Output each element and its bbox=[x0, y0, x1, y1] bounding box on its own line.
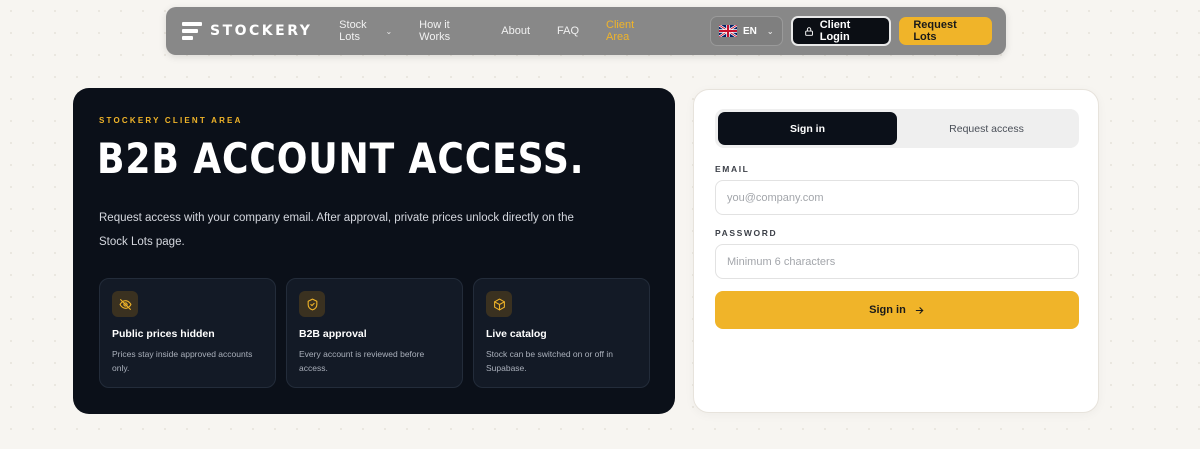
email-field[interactable] bbox=[715, 180, 1079, 215]
feature-title: Public prices hidden bbox=[112, 328, 215, 340]
email-label: EMAIL bbox=[715, 164, 750, 174]
hero-description: Request access with your company email. … bbox=[99, 212, 574, 248]
chevron-down-icon: ⌄ bbox=[766, 26, 774, 36]
feature-title: B2B approval bbox=[299, 328, 367, 340]
nav-link-label: How it Works bbox=[419, 19, 451, 43]
tab-sign-in[interactable]: Sign in bbox=[718, 112, 897, 145]
logo-mark-icon bbox=[182, 22, 202, 40]
top-navbar: STOCKERY Stock Lots ⌄ How it Works About… bbox=[166, 7, 1006, 55]
sign-in-button[interactable]: Sign in bbox=[715, 291, 1079, 329]
language-code: EN bbox=[742, 25, 757, 37]
feature-title: Live catalog bbox=[486, 328, 547, 340]
nav-link-label: Client Area bbox=[606, 19, 635, 43]
page-title: B2B ACCOUNT ACCESS. bbox=[97, 134, 585, 183]
nav-link-label: FAQ bbox=[557, 25, 580, 37]
feature-card: Live catalog Stock can be switched on or… bbox=[473, 278, 650, 388]
box-icon bbox=[486, 291, 512, 317]
logo-text: STOCKERY bbox=[210, 23, 313, 39]
nav-link-about[interactable]: About bbox=[501, 25, 530, 37]
client-area-hero: STOCKERY CLIENT AREA B2B ACCOUNT ACCESS.… bbox=[73, 88, 675, 414]
feature-text: Prices stay inside approved accounts onl… bbox=[112, 349, 253, 373]
request-lots-label: Request Lots bbox=[913, 19, 957, 43]
feature-card: Public prices hidden Prices stay inside … bbox=[99, 278, 276, 388]
nav-link-faq[interactable]: FAQ bbox=[557, 25, 579, 37]
client-login-label: Client Login bbox=[819, 19, 851, 43]
tab-request-access[interactable]: Request access bbox=[897, 112, 1076, 145]
auth-tabs: Sign in Request access bbox=[715, 109, 1079, 148]
password-label: PASSWORD bbox=[715, 228, 778, 238]
password-field[interactable] bbox=[715, 244, 1079, 279]
nav-link-how-it-works[interactable]: How it Works bbox=[419, 19, 474, 43]
nav-link-label: Stock Lots bbox=[339, 19, 367, 43]
feature-card: B2B approval Every account is reviewed b… bbox=[286, 278, 463, 388]
chevron-down-icon: ⌄ bbox=[385, 26, 393, 36]
feature-text: Stock can be switched on or off in Supab… bbox=[486, 349, 613, 373]
shield-check-icon bbox=[299, 291, 325, 317]
feature-text: Every account is reviewed before access. bbox=[299, 349, 425, 373]
arrow-right-icon bbox=[915, 306, 924, 314]
request-lots-button[interactable]: Request Lots bbox=[899, 17, 992, 45]
nav-links: Stock Lots ⌄ How it Works About FAQ Clie… bbox=[339, 19, 679, 43]
lock-icon bbox=[804, 26, 813, 36]
sign-in-label: Sign in bbox=[869, 304, 906, 316]
nav-link-stock-lots[interactable]: Stock Lots ⌄ bbox=[339, 19, 392, 43]
eyebrow-label: STOCKERY CLIENT AREA bbox=[99, 116, 243, 125]
language-selector[interactable]: EN ⌄ bbox=[709, 16, 783, 46]
logo[interactable]: STOCKERY bbox=[182, 22, 321, 40]
feature-list: Public prices hidden Prices stay inside … bbox=[99, 278, 650, 388]
nav-link-client-area[interactable]: Client Area bbox=[606, 19, 652, 43]
uk-flag-icon bbox=[718, 25, 737, 37]
auth-card: Sign in Request access EMAIL PASSWORD Si… bbox=[693, 89, 1099, 413]
nav-link-label: About bbox=[501, 25, 531, 37]
client-login-button[interactable]: Client Login bbox=[790, 16, 892, 46]
eye-off-icon bbox=[112, 291, 138, 317]
